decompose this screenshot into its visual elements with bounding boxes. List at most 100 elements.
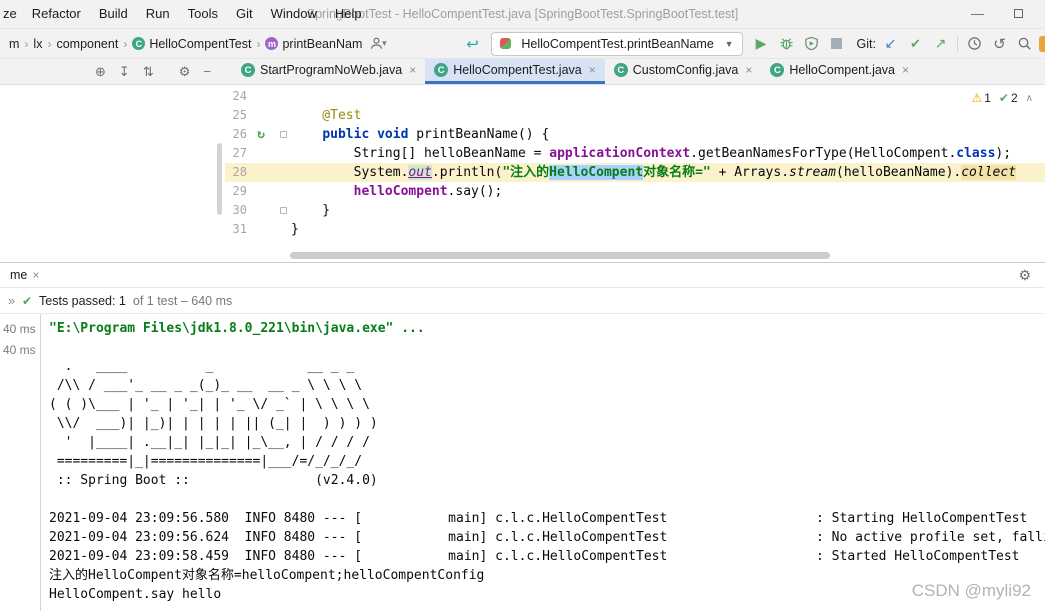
git-push-icon[interactable]: ↗: [928, 32, 953, 56]
git-label: Git:: [856, 36, 876, 51]
expand-chevrons-icon[interactable]: »: [8, 294, 15, 308]
code-line-text: }: [291, 201, 330, 220]
line-number[interactable]: 24: [225, 87, 247, 106]
typo-icon: ✔: [998, 91, 1009, 105]
method-icon: m: [265, 37, 279, 50]
hide-panel-icon[interactable]: −: [203, 65, 211, 78]
debug-button[interactable]: [774, 32, 799, 56]
code-editor[interactable]: 24 25 @Test 26 ↻ public void printBeanName(…: [225, 85, 1045, 262]
menu-item-refactor[interactable]: Refactor: [23, 0, 90, 28]
fold-marker-icon[interactable]: [279, 131, 287, 138]
run-button[interactable]: ▶: [749, 32, 774, 56]
code-line-31[interactable]: 31}: [225, 220, 1045, 239]
editor-tab-CustomConfig.java[interactable]: C CustomConfig.java ×: [605, 59, 762, 84]
breadcrumb-item-HelloCompentTest[interactable]: C HelloCompentTest: [129, 35, 254, 53]
class-icon: C: [434, 63, 449, 77]
inspections-widget[interactable]: ⚠ 1 ✔ 2 ∧: [971, 91, 1033, 105]
line-number[interactable]: 29: [225, 182, 247, 201]
stop-button[interactable]: [824, 32, 849, 56]
code-line-29[interactable]: 29 helloCompent.say();: [225, 182, 1045, 201]
git-update-icon[interactable]: ↙: [878, 32, 903, 56]
undo-icon[interactable]: ↺: [987, 32, 1012, 56]
code-token: 对象名称=": [643, 165, 711, 180]
locate-icon[interactable]: ⊕: [95, 65, 106, 78]
code-line-text: }: [291, 220, 299, 239]
chevron-up-icon[interactable]: ∧: [1026, 93, 1033, 104]
menu-item-ze[interactable]: ze: [0, 0, 23, 28]
close-tab-icon[interactable]: ×: [409, 63, 416, 77]
menu-item-build[interactable]: Build: [90, 0, 137, 28]
fold-area: [275, 144, 291, 163]
project-pane-scrollbar[interactable]: [217, 143, 222, 215]
test-tree[interactable]: 40 ms 40 ms: [0, 314, 41, 611]
chevron-down-icon: ▾: [382, 38, 387, 48]
breadcrumb-label: printBeanNam: [282, 36, 363, 51]
scroll-to-source-icon[interactable]: ↧: [119, 65, 130, 78]
fold-area: [275, 106, 291, 125]
gear-icon[interactable]: ⚙: [1018, 267, 1045, 284]
breadcrumb-item-component[interactable]: component: [53, 35, 121, 53]
code-token: );: [995, 146, 1012, 161]
run-panel-tab[interactable]: me ×: [0, 263, 49, 287]
breadcrumb-item-m[interactable]: m: [6, 35, 22, 53]
minimize-button[interactable]: —: [971, 0, 984, 28]
menu-item-tools[interactable]: Tools: [179, 0, 227, 28]
code-token: stream: [789, 165, 836, 180]
close-tab-icon[interactable]: ×: [589, 63, 596, 77]
test-duration[interactable]: 40 ms: [0, 340, 40, 361]
maximize-button[interactable]: [1014, 0, 1023, 28]
console-output[interactable]: "E:\Program Files\jdk1.8.0_221\bin\java.…: [41, 314, 1045, 611]
editor-tab-HelloCompent.java[interactable]: C HelloCompent.java ×: [761, 59, 918, 84]
code-line-30[interactable]: 30 }: [225, 201, 1045, 220]
code-token: helloCompent: [353, 184, 448, 199]
run-configuration-select[interactable]: HelloCompentTest.printBeanName ▼: [490, 31, 743, 56]
menu-item-run[interactable]: Run: [137, 0, 179, 28]
menu-item-help[interactable]: Help: [326, 0, 371, 28]
notification-stripe[interactable]: [1039, 35, 1045, 52]
line-number[interactable]: 28: [225, 163, 247, 182]
coverage-button[interactable]: [799, 32, 824, 56]
code-line-24[interactable]: 24: [225, 87, 1045, 106]
editor-tab-StartProgramNoWeb.java[interactable]: C StartProgramNoWeb.java ×: [232, 59, 425, 84]
menu-item-window[interactable]: Window: [262, 0, 326, 28]
line-number[interactable]: 25: [225, 106, 247, 125]
expand-collapse-icon[interactable]: ⇅: [143, 65, 154, 78]
code-line-25[interactable]: 25 @Test: [225, 106, 1045, 125]
git-commit-icon[interactable]: ✔: [903, 32, 928, 56]
gutter-icon-area: [247, 106, 275, 125]
test-config-icon: [499, 38, 511, 49]
gutter-icon-area: ↻: [247, 125, 275, 144]
run-test-gutter-icon[interactable]: ↻: [257, 127, 265, 142]
toolbar-divider: [957, 35, 958, 52]
console-line: 2021-09-04 23:09:58.459 INFO 8480 --- [ …: [49, 549, 1020, 564]
code-line-28[interactable]: 28 System.out.println("注入的HelloCompent对象…: [225, 163, 1045, 182]
horizontal-scrollbar[interactable]: [290, 252, 830, 259]
gear-icon[interactable]: ⚙: [179, 65, 191, 78]
breadcrumb-item-printBeanNam[interactable]: m printBeanNam: [262, 35, 365, 53]
back-arrow-icon[interactable]: ↩: [461, 35, 485, 53]
close-tab-icon[interactable]: ×: [902, 63, 909, 77]
menu-item-git[interactable]: Git: [227, 0, 262, 28]
close-tab-icon[interactable]: ×: [745, 63, 752, 77]
fold-marker-icon[interactable]: [279, 207, 287, 214]
line-number[interactable]: 31: [225, 220, 247, 239]
users-icon[interactable]: ▾: [365, 32, 390, 56]
code-line-26[interactable]: 26 ↻ public void printBeanName() {: [225, 125, 1045, 144]
class-icon: C: [241, 63, 255, 77]
line-number[interactable]: 26: [225, 125, 247, 144]
test-duration[interactable]: 40 ms: [0, 319, 40, 340]
line-number[interactable]: 27: [225, 144, 247, 163]
title-bar: ze Refactor Build Run Tools Git Window Help Spr…: [0, 0, 1045, 28]
search-icon[interactable]: [1012, 32, 1037, 56]
editor-tab-HelloCompentTest.java[interactable]: C HelloCompentTest.java ×: [425, 59, 605, 84]
close-icon[interactable]: ×: [32, 268, 39, 282]
code-token: .say();: [447, 184, 503, 199]
line-number[interactable]: 30: [225, 201, 247, 220]
editor-tab-label: HelloCompent.java: [789, 63, 895, 77]
code-line-27[interactable]: 27 String[] helloBeanName = applicationC…: [225, 144, 1045, 163]
console-line: 2021-09-04 23:09:56.624 INFO 8480 --- [ …: [49, 530, 1045, 545]
breadcrumb-item-lx[interactable]: lx: [30, 35, 45, 53]
gutter-icon-area: [247, 87, 275, 106]
clock-history-icon[interactable]: [962, 32, 987, 56]
